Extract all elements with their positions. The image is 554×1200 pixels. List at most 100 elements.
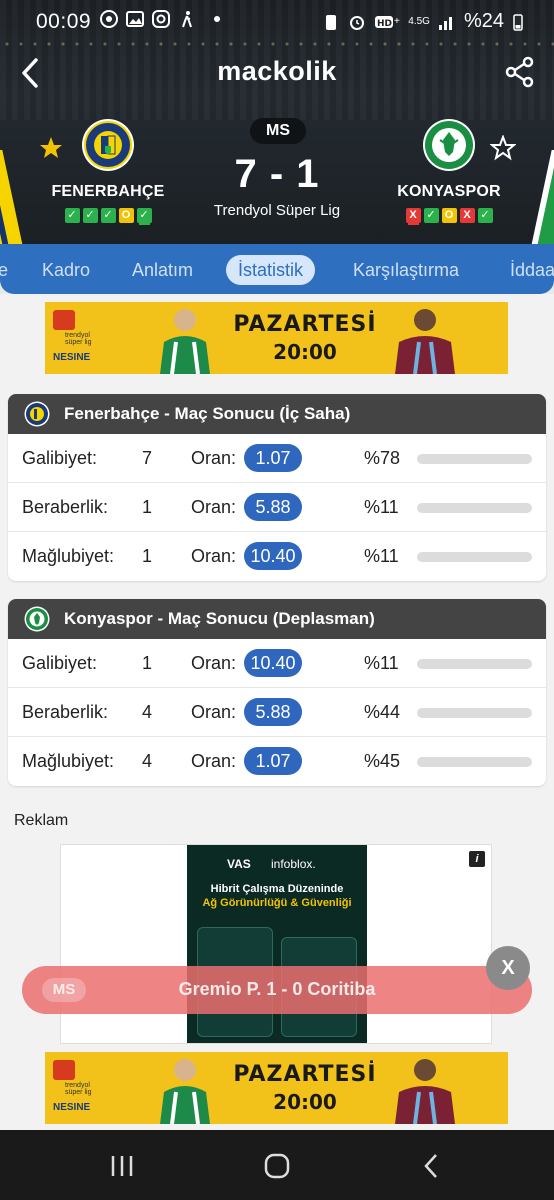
ad-label: Reklam [14,812,69,829]
away-stats-title: Konyaspor - Maç Sonucu (Deplasman) [64,609,375,628]
recent-apps-icon[interactable] [102,1150,142,1182]
svg-text:+: + [394,16,400,27]
banner-brand-bottom: NESINE [53,352,91,363]
result-count: 1 [142,546,153,566]
stat-row: Beraberlik: 1 Oran: 5.88 %11 [8,483,546,532]
odds-value-pill[interactable]: 1.07 [244,747,302,775]
svg-text:HD: HD [377,19,392,29]
live-match-pill[interactable]: MS Gremio P. 1 - 0 Coritiba [22,966,532,1014]
banner-hour: 20:00 [273,1090,337,1114]
banner-logo-area: trendyol süper lig NESINE [45,1052,103,1124]
banner-logo-area: trendyol süper lig NESINE [45,302,103,374]
away-stats-header: Konyaspor - Maç Sonucu (Deplasman) [8,599,546,639]
stat-row: Mağlubiyet: 4 Oran: 1.07 %45 [8,737,546,786]
fenerbahce-notification-icon [100,10,118,28]
away-result-stats-card: Konyaspor - Maç Sonucu (Deplasman) Galib… [8,599,546,786]
ad-info-icon[interactable]: i [469,851,485,867]
odds-value-pill[interactable]: 1.07 [244,444,302,472]
result-count: 1 [142,497,153,517]
result-percent: %11 [364,497,399,517]
stat-row: Galibiyet: 7 Oran: 1.07 %78 [8,434,546,483]
home-stats-header: Fenerbahçe - Maç Sonucu (İç Saha) [8,394,546,434]
tab-kadro[interactable]: Kadro [42,255,90,285]
match-header: 00:09 HD + 4.5G %24 mackolik FENERBAHÇE … [0,0,554,244]
banner-day: PAZARTESİ [233,312,377,337]
tab-iddaa[interactable]: İddaa [510,255,554,285]
instagram-icon [152,10,170,28]
stat-row: Beraberlik: 4 Oran: 5.88 %44 [8,688,546,737]
banner-brand-top: trendyol süper lig [65,1082,92,1096]
result-percent-bar [417,552,532,562]
app-top-bar: mackolik [0,48,554,98]
banner-brand-bottom: NESINE [53,1102,91,1113]
tab-istatistik[interactable]: İstatistik [226,255,316,285]
result-label: Beraberlik: [22,702,109,722]
result-percent: %44 [364,702,401,722]
status-time: 00:09 [36,10,92,33]
tab-karsilastirma[interactable]: Karşılaştırma [353,255,459,285]
signal-icon [438,16,452,30]
battery-icon [513,13,523,31]
walking-icon [182,11,192,28]
league-logo-icon [53,310,75,330]
live-match-text: Gremio P. 1 - 0 Coritiba [178,979,376,999]
battery-percent: %24 [463,10,504,32]
alarm-icon [350,15,365,30]
result-percent-bar [417,659,532,669]
tab-partial[interactable]: e [0,255,8,285]
league-logo-icon [53,1060,75,1080]
system-navigation-bar [0,1130,554,1200]
back-nav-icon[interactable] [412,1150,452,1182]
gallery-icon [126,11,144,27]
home-stats-title: Fenerbahçe - Maç Sonucu (İç Saha) [64,404,351,423]
live-match-close-button[interactable]: X [486,946,530,990]
result-percent-bar [417,503,532,513]
result-label: Beraberlik: [22,497,109,517]
odds-label: Oran: [191,546,237,566]
odds-label: Oran: [191,653,237,673]
ad-brand-vas: VAS [227,857,251,871]
advertisement[interactable]: VAS infoblox. Hibrit Çalışma Düzeninde A… [60,844,492,1044]
stat-row: Galibiyet: 1 Oran: 10.40 %11 [8,639,546,688]
result-count: 4 [142,751,153,771]
home-nav-icon[interactable] [257,1150,297,1182]
status-bar: 00:09 HD + 4.5G %24 [0,0,554,44]
result-percent: %78 [364,448,401,468]
banner-hour: 20:00 [273,340,337,364]
konyaspor-mini-crest-icon [24,606,50,632]
fenerbahce-mini-crest-icon [24,401,50,427]
odds-label: Oran: [191,702,237,722]
result-percent-bar [417,708,532,718]
match-tabs: e Kadro Anlatım İstatistik Karşılaştırma… [0,244,554,294]
odds-value-pill[interactable]: 10.40 [244,542,302,570]
statistics-content: trendyol süper lig NESINE PAZARTESİ 20:0… [0,294,554,1130]
share-icon[interactable] [504,56,536,88]
match-score: 7 - 1 [234,152,320,196]
ad-creative: VAS infoblox. Hibrit Çalışma Düzeninde A… [187,845,367,1043]
promo-banner-bottom[interactable]: trendyol süper lig NESINE PAZARTESİ 20:0… [45,1052,508,1124]
battery-saver-icon [326,14,337,30]
odds-value-pill[interactable]: 5.88 [244,698,302,726]
player-image-right [395,1059,455,1124]
result-label: Galibiyet: [22,653,98,673]
result-percent-bar [417,454,532,464]
match-status-badge: MS [250,118,306,144]
stat-row: Mağlubiyet: 1 Oran: 10.40 %11 [8,532,546,581]
result-label: Mağlubiyet: [22,751,115,771]
promo-banner-top[interactable]: trendyol süper lig NESINE PAZARTESİ 20:0… [45,302,508,374]
result-percent-bar [417,757,532,767]
odds-label: Oran: [191,497,237,517]
network-type: 4.5G [408,16,430,27]
ad-headline-2: Ağ Görünürlüğü & Güvenliği [202,897,352,909]
banner-day: PAZARTESİ [233,1062,377,1087]
odds-value-pill[interactable]: 10.40 [244,649,302,677]
odds-label: Oran: [191,751,237,771]
player-image-right [395,309,455,374]
result-label: Galibiyet: [22,448,98,468]
notification-dot [214,16,220,22]
result-count: 1 [142,653,153,673]
league-name[interactable]: Trendyol Süper Lig [0,202,554,219]
tab-anlatim[interactable]: Anlatım [132,255,193,285]
odds-value-pill[interactable]: 5.88 [244,493,302,521]
result-label: Mağlubiyet: [22,546,115,566]
